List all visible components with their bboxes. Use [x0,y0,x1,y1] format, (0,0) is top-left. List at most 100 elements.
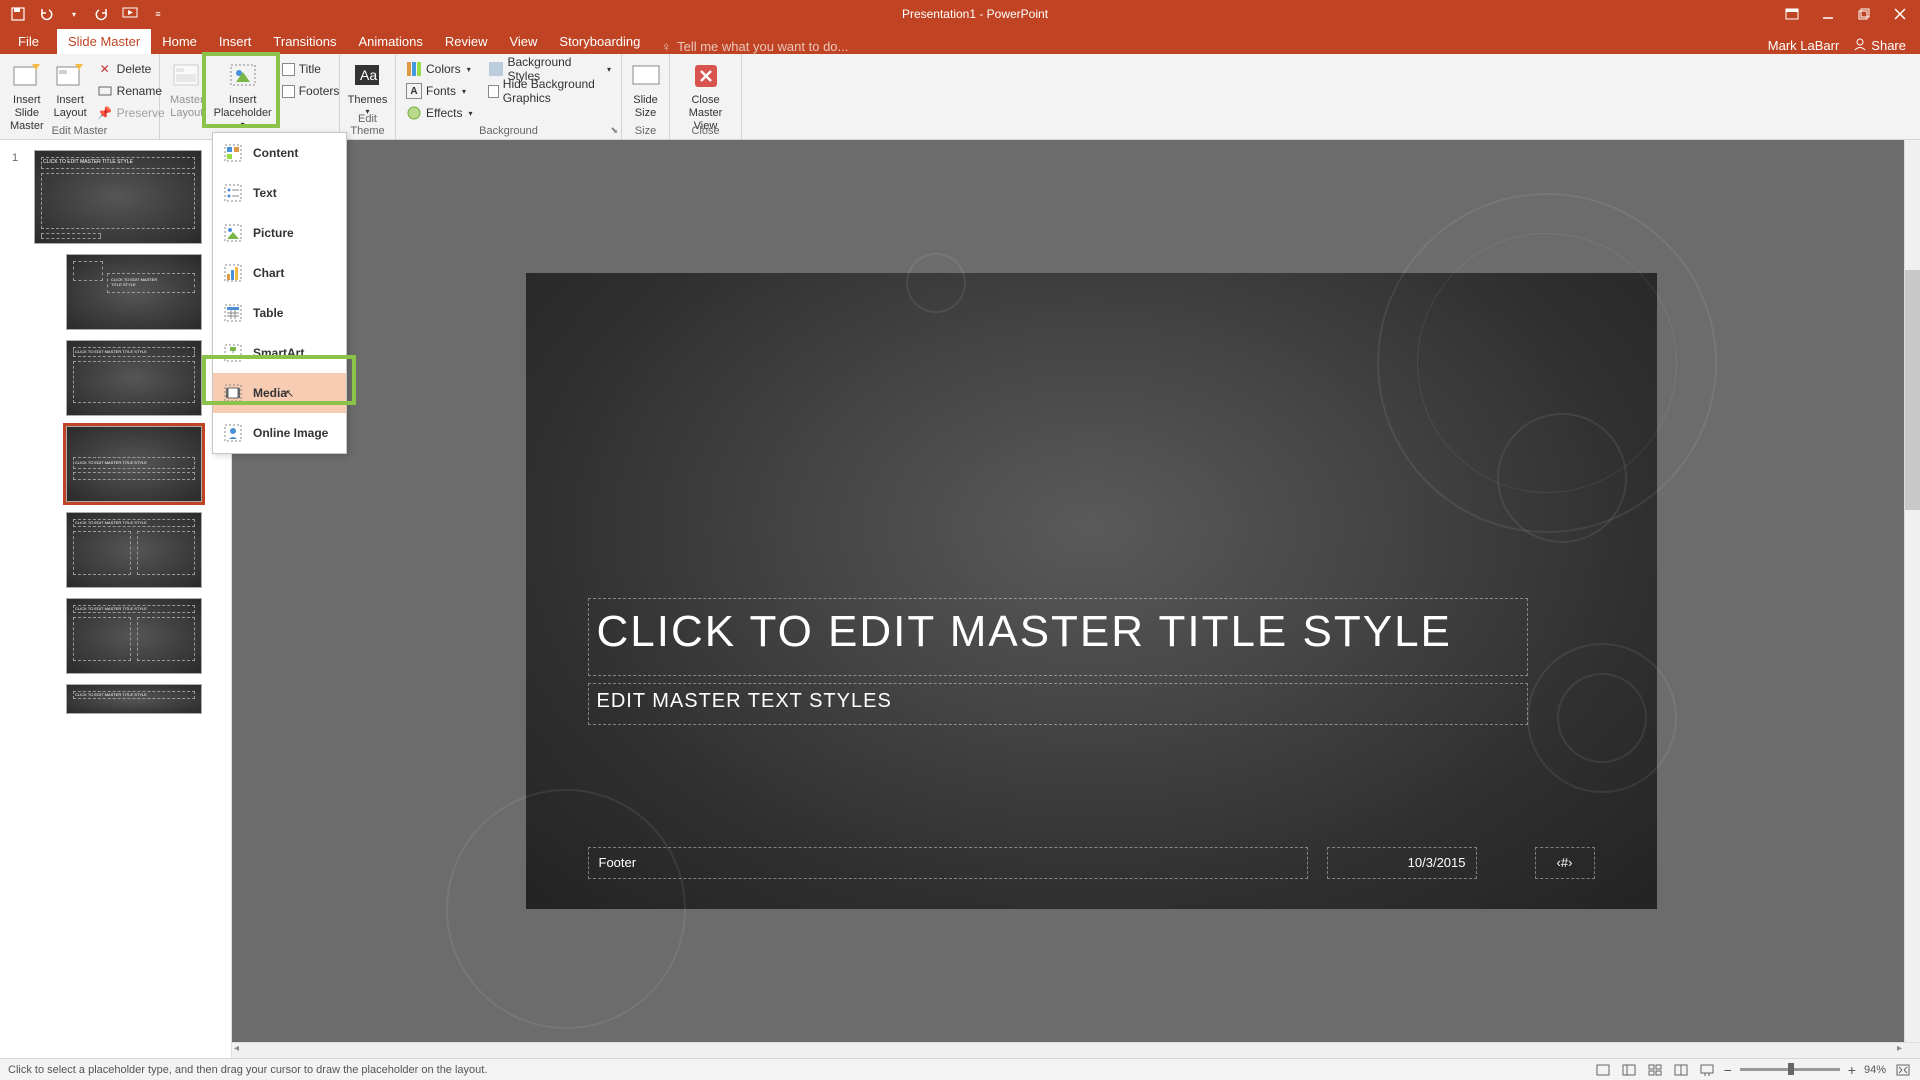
table-icon [223,303,243,323]
insert-placeholder-button[interactable]: Insert Placeholder ▾ [210,58,276,132]
checkbox-icon [282,85,295,98]
size-group-label: Size [622,125,669,137]
title-checkbox[interactable]: Title [278,58,344,80]
slide-edit-area[interactable]: CLICK TO EDIT MASTER TITLE STYLE EDIT MA… [232,140,1920,1042]
online-image-icon [223,423,243,443]
media-film-icon [223,383,243,403]
placeholder-online-image[interactable]: Online Image [213,413,346,453]
master-text-placeholder[interactable]: EDIT MASTER TEXT STYLES [588,683,1528,725]
themes-big-icon: Aa [352,60,384,92]
master-layout-button[interactable]: Master Layout [166,58,208,132]
insert-placeholder-dropdown: Content Text Picture Chart Table SmartAr… [212,132,347,454]
smartart-icon [223,343,243,363]
svg-text:Aa: Aa [360,67,377,83]
tab-storyboarding[interactable]: Storyboarding [548,29,651,54]
share-person-icon [1853,37,1867,54]
fonts-icon: A [406,83,422,99]
background-group-label: Background [396,125,621,137]
normal-view-icon[interactable] [1620,1062,1638,1078]
vertical-scrollbar[interactable] [1904,140,1920,1042]
tell-me-placeholder: Tell me what you want to do... [677,39,848,54]
zoom-level[interactable]: 94% [1864,1064,1886,1076]
footers-checkbox[interactable]: Footers [278,80,344,102]
reading-view-icon[interactable] [1672,1062,1690,1078]
delete-button[interactable]: ✕Delete [93,58,169,80]
colors-button[interactable]: Colors▾ [402,58,476,80]
save-icon[interactable] [10,6,26,22]
close-group-label: Close [670,125,741,137]
slide-number-placeholder[interactable]: ‹#› [1535,847,1595,879]
insert-layout-label: Insert Layout [54,94,87,120]
delete-x-icon: ✕ [97,61,113,77]
master-title-placeholder[interactable]: CLICK TO EDIT MASTER TITLE STYLE [588,598,1528,676]
horizontal-scrollbar[interactable]: ◂▸ [232,1042,1920,1058]
chart-icon [223,263,243,283]
hide-background-checkbox[interactable]: Hide Background Graphics [484,80,615,102]
dialog-launcher-icon[interactable]: ⬊ [610,125,618,136]
layout-thumbnail-3-selected[interactable]: CLICK TO EDIT MASTER TITLE STYLE [66,426,202,502]
tab-transitions[interactable]: Transitions [262,29,347,54]
placeholder-text[interactable]: Text [213,173,346,213]
effects-icon [406,105,422,121]
slideshow-view-icon[interactable] [1698,1062,1716,1078]
tab-file[interactable]: File [0,29,57,54]
placeholder-smartart[interactable]: SmartArt [213,333,346,373]
layout-thumbnail-5[interactable]: CLICK TO EDIT MASTER TITLE STYLE [66,598,202,674]
tab-slide-master[interactable]: Slide Master [57,29,151,54]
undo-icon[interactable] [38,6,54,22]
placeholder-media[interactable]: Media↖ [213,373,346,413]
layout-thumbnail-1[interactable]: CLICK TO EDIT MASTERTITLE STYLE [66,254,202,330]
slide-canvas[interactable]: CLICK TO EDIT MASTER TITLE STYLE EDIT MA… [526,273,1657,909]
zoom-in-button[interactable]: + [1848,1062,1856,1078]
restore-icon[interactable] [1856,6,1872,22]
placeholder-content[interactable]: Content [213,133,346,173]
close-master-view-button[interactable]: Close Master View [676,58,735,136]
rename-icon [97,83,113,99]
tell-me-search[interactable]: ♀ Tell me what you want to do... [651,39,1767,54]
insert-placeholder-label: Insert Placeholder [214,94,272,120]
slide-size-button[interactable]: Slide Size [628,58,663,122]
qat-customize-icon[interactable]: ≡ [150,6,166,22]
rename-button[interactable]: Rename [93,80,169,102]
layout-thumbnail-2[interactable]: CLICK TO EDIT MASTER TITLE STYLE [66,340,202,416]
fonts-button[interactable]: AFonts▾ [402,80,476,102]
bg-styles-icon [488,61,503,77]
footer-placeholder[interactable]: Footer [588,847,1308,879]
picture-icon [223,223,243,243]
insert-layout-button[interactable]: Insert Layout [50,58,91,136]
tab-view[interactable]: View [498,29,548,54]
layout-thumbnail-6[interactable]: CLICK TO EDIT MASTER TITLE STYLE [66,684,202,714]
minimize-icon[interactable] [1820,6,1836,22]
undo-more-icon[interactable]: ▾ [66,6,82,22]
redo-icon[interactable] [94,6,110,22]
master-thumbnail[interactable]: CLICK TO EDIT MASTER TITLE STYLE [34,150,202,244]
close-icon[interactable] [1892,6,1908,22]
start-from-beginning-icon[interactable] [122,6,138,22]
layout-thumbnail-4[interactable]: CLICK TO EDIT MASTER TITLE STYLE [66,512,202,588]
status-hint: Click to select a placeholder type, and … [8,1064,487,1076]
insert-slide-master-button[interactable]: Insert Slide Master [6,58,48,136]
placeholder-picture[interactable]: Picture [213,213,346,253]
master-layout-label: Master Layout [170,94,204,120]
date-placeholder[interactable]: 10/3/2015 [1327,847,1477,879]
zoom-out-button[interactable]: − [1724,1062,1732,1078]
zoom-slider[interactable] [1740,1068,1840,1071]
tab-home[interactable]: Home [151,29,208,54]
notes-button-icon[interactable] [1594,1062,1612,1078]
thumbnail-panel[interactable]: 1 CLICK TO EDIT MASTER TITLE STYLE CLICK… [0,140,232,1058]
insert-placeholder-big-icon [227,60,259,92]
placeholder-table[interactable]: Table [213,293,346,333]
placeholder-chart[interactable]: Chart [213,253,346,293]
slide-sorter-view-icon[interactable] [1646,1062,1664,1078]
user-name[interactable]: Mark LaBarr [1768,38,1840,53]
themes-button[interactable]: Aa Themes ▾ [346,58,389,119]
preserve-button[interactable]: 📌Preserve [93,102,169,124]
tab-animations[interactable]: Animations [348,29,434,54]
slide-master-big-icon [11,60,43,92]
share-button[interactable]: Share [1853,37,1906,54]
tab-insert[interactable]: Insert [208,29,263,54]
fit-to-window-icon[interactable] [1894,1062,1912,1078]
tab-review[interactable]: Review [434,29,499,54]
ribbon-display-options-icon[interactable] [1784,6,1800,22]
effects-button[interactable]: Effects▾ [402,102,476,124]
